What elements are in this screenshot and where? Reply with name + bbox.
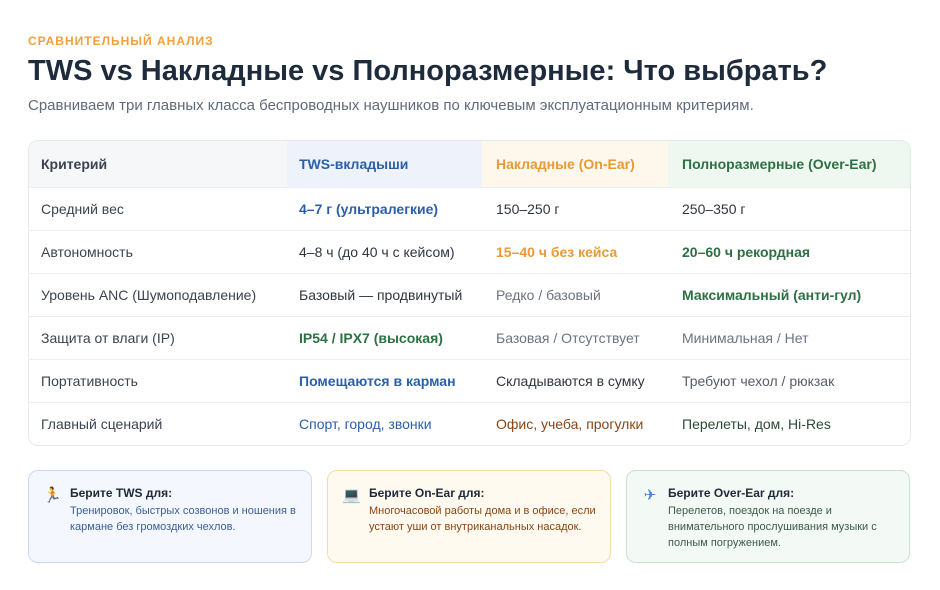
airplane-icon: ✈: [643, 487, 657, 504]
over-ear-cell: Минимальная / Нет: [682, 330, 809, 346]
table-row: Главный сценарий Спорт, город, звонки Оф…: [29, 402, 910, 445]
comparison-table: Критерий TWS-вкладыши Накладные (On-Ear)…: [28, 140, 911, 446]
card-body: Тренировок, быстрых созвонов и ношения в…: [70, 505, 296, 533]
page-subtitle: Сравниваем три главных класса беспроводн…: [28, 97, 754, 114]
eyebrow-label: СРАВНИТЕЛЬНЫЙ АНАЛИЗ: [28, 34, 214, 48]
header-criterion: Критерий: [29, 141, 287, 187]
running-icon: 🏃: [43, 487, 62, 504]
table-row: Уровень ANC (Шумоподавление) Базовый — п…: [29, 273, 910, 316]
criterion-cell: Автономность: [41, 244, 133, 260]
table-row: Защита от влаги (IP) IP54 / IPX7 (высока…: [29, 316, 910, 359]
on-ear-cell: 15–40 ч без кейса: [496, 244, 618, 260]
over-ear-cell: 250–350 г: [682, 201, 746, 217]
table-header-row: Критерий TWS-вкладыши Накладные (On-Ear)…: [29, 141, 910, 187]
over-ear-cell: Перелеты, дом, Hi-Res: [682, 416, 831, 432]
tws-cell: Базовый — продвинутый: [299, 287, 463, 303]
criterion-cell: Портативность: [41, 373, 138, 389]
tws-cell: Спорт, город, звонки: [299, 416, 432, 432]
tws-cell: IP54 / IPX7 (высокая): [299, 330, 443, 346]
page-title: TWS vs Накладные vs Полноразмерные: Что …: [28, 55, 828, 87]
on-ear-cell: Складываются в сумку: [496, 373, 645, 389]
over-ear-cell: Максимальный (анти-гул): [682, 287, 862, 303]
card-body: Перелетов, поездок на поезде и вниматель…: [668, 505, 877, 549]
card-title: Берите On-Ear для:: [369, 486, 485, 500]
on-ear-cell: Базовая / Отсутствует: [496, 330, 640, 346]
table-row: Портативность Помещаются в карман Склады…: [29, 359, 910, 402]
header-on-ear: Накладные (On-Ear): [482, 141, 668, 187]
on-ear-cell: Офис, учеба, прогулки: [496, 416, 644, 432]
tws-cell: Помещаются в карман: [299, 373, 456, 389]
header-tws: TWS-вкладыши: [287, 141, 482, 187]
header-over-ear: Полноразмерные (Over-Ear): [668, 141, 910, 187]
tws-cell: 4–8 ч (до 40 ч с кейсом): [299, 244, 455, 260]
card-title: Берите TWS для:: [70, 486, 173, 500]
on-ear-recommendation-card: 💻 Берите On-Ear для: Многочасовой работы…: [327, 470, 611, 563]
table-row: Автономность 4–8 ч (до 40 ч с кейсом) 15…: [29, 230, 910, 273]
criterion-cell: Главный сценарий: [41, 416, 163, 432]
tws-cell: 4–7 г (ультралегкие): [299, 201, 439, 217]
card-title: Берите Over-Ear для:: [668, 486, 795, 500]
criterion-cell: Уровень ANC (Шумоподавление): [41, 287, 257, 303]
over-ear-cell: 20–60 ч рекордная: [682, 244, 811, 260]
criterion-cell: Защита от влаги (IP): [41, 330, 175, 346]
card-body: Многочасовой работы дома и в офисе, если…: [369, 505, 596, 533]
over-ear-cell: Требуют чехол / рюкзак: [682, 373, 835, 389]
table-row: Средний вес 4–7 г (ультралегкие) 150–250…: [29, 187, 910, 230]
on-ear-cell: 150–250 г: [496, 201, 560, 217]
criterion-cell: Средний вес: [41, 201, 124, 217]
laptop-icon: 💻: [342, 487, 361, 504]
over-ear-recommendation-card: ✈ Берите Over-Ear для: Перелетов, поездо…: [626, 470, 910, 563]
tws-recommendation-card: 🏃 Берите TWS для: Тренировок, быстрых со…: [28, 470, 312, 563]
on-ear-cell: Редко / базовый: [496, 287, 601, 303]
